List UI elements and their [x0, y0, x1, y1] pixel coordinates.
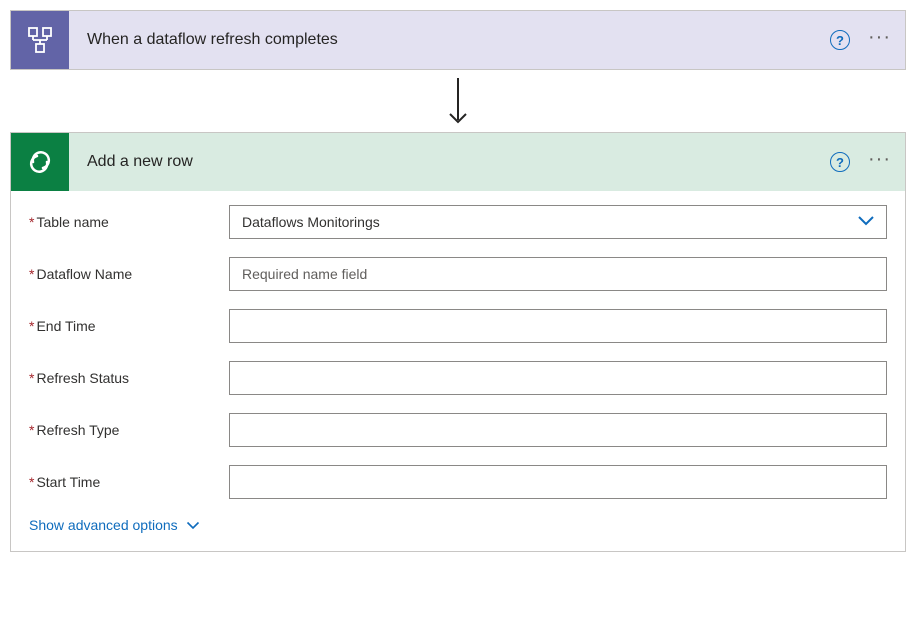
field-row-end-time: *End Time — [29, 309, 887, 343]
dataflow-name-input[interactable] — [229, 257, 887, 291]
advanced-label: Show advanced options — [29, 517, 178, 533]
dataverse-icon — [11, 133, 69, 191]
more-icon[interactable]: ··· — [868, 27, 891, 53]
field-label: *Table name — [29, 214, 229, 230]
field-label: *Start Time — [29, 474, 229, 490]
trigger-title: When a dataflow refresh completes — [69, 31, 830, 49]
trigger-header-actions: ? ··· — [830, 27, 891, 53]
action-header[interactable]: Add a new row ? ··· — [11, 133, 905, 191]
chevron-down-icon — [186, 521, 200, 530]
field-row-start-time: *Start Time — [29, 465, 887, 499]
flow-arrow — [10, 70, 906, 132]
action-header-actions: ? ··· — [830, 149, 891, 175]
show-advanced-options[interactable]: Show advanced options — [29, 517, 200, 533]
table-name-select[interactable] — [229, 205, 887, 239]
field-label: *Dataflow Name — [29, 266, 229, 282]
field-label: *End Time — [29, 318, 229, 334]
more-icon[interactable]: ··· — [868, 149, 891, 175]
refresh-type-input[interactable] — [229, 413, 887, 447]
action-card: Add a new row ? ··· *Table name *Dataflo… — [10, 132, 906, 552]
field-label: *Refresh Status — [29, 370, 229, 386]
dataflow-icon — [11, 11, 69, 69]
field-row-dataflow-name: *Dataflow Name — [29, 257, 887, 291]
field-row-refresh-type: *Refresh Type — [29, 413, 887, 447]
action-body: *Table name *Dataflow Name *End Time *Re… — [11, 191, 905, 551]
field-row-refresh-status: *Refresh Status — [29, 361, 887, 395]
action-title: Add a new row — [69, 153, 830, 171]
trigger-header[interactable]: When a dataflow refresh completes ? ··· — [11, 11, 905, 69]
start-time-input[interactable] — [229, 465, 887, 499]
end-time-input[interactable] — [229, 309, 887, 343]
help-icon[interactable]: ? — [830, 30, 850, 50]
refresh-status-input[interactable] — [229, 361, 887, 395]
trigger-card: When a dataflow refresh completes ? ··· — [10, 10, 906, 70]
help-icon[interactable]: ? — [830, 152, 850, 172]
field-row-table-name: *Table name — [29, 205, 887, 239]
field-label: *Refresh Type — [29, 422, 229, 438]
